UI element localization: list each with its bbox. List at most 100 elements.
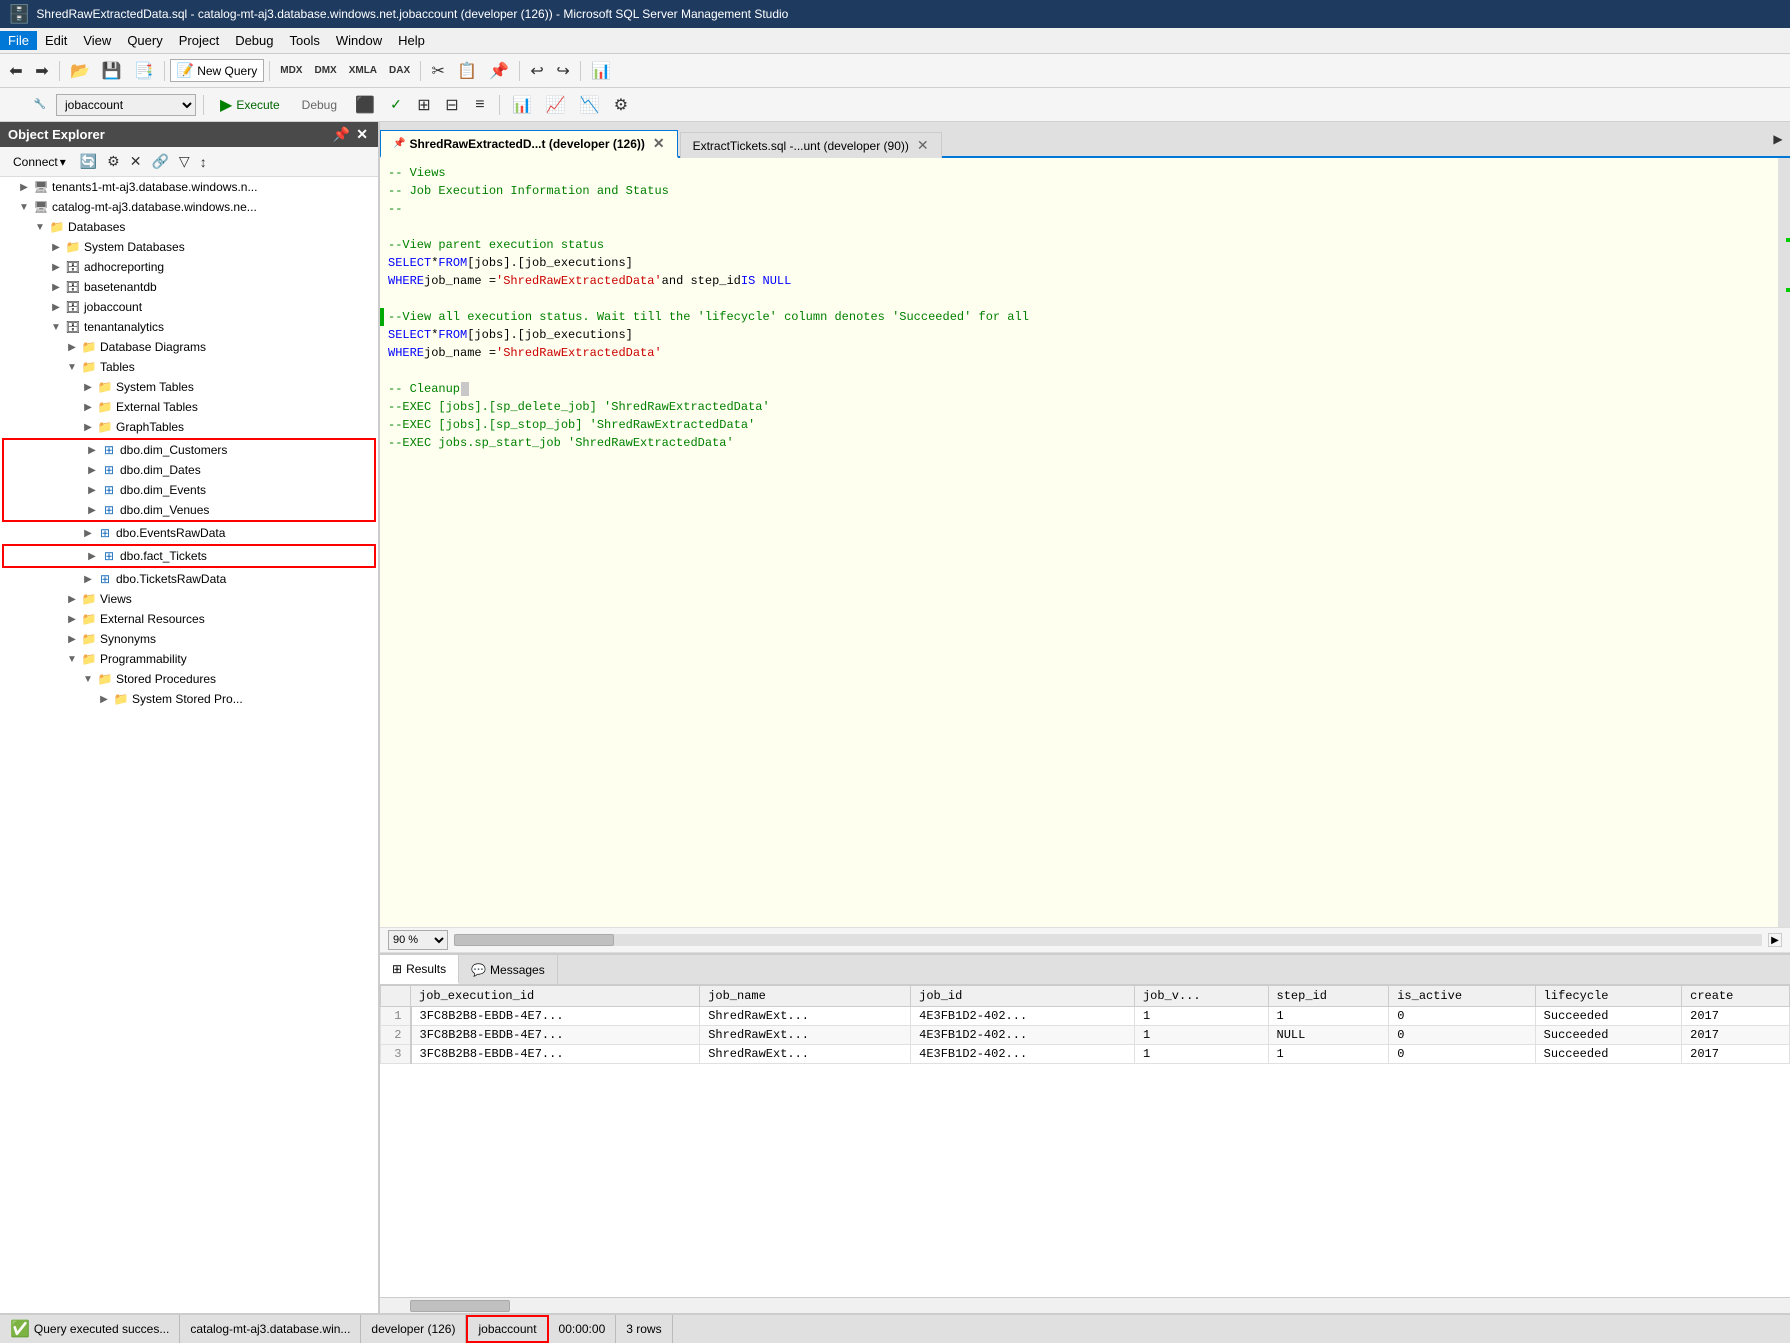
menu-query[interactable]: Query [119,31,170,50]
col-create[interactable]: create [1682,986,1790,1007]
tree-sysstoredprocs[interactable]: ▶ 📁 System Stored Pro... [0,689,378,709]
tree-extresources[interactable]: ▶ 📁 External Resources [0,609,378,629]
col-job-execution-id[interactable]: job_execution_id [411,986,700,1007]
results-text-btn[interactable]: ≡ [468,93,492,117]
results-h-scroll[interactable] [380,1297,1790,1313]
results-table-container[interactable]: job_execution_id job_name job_id job_v..… [380,985,1790,1297]
undo-btn[interactable]: ↩ [525,59,549,83]
zoom-select[interactable]: 90 % [388,930,448,950]
menu-project[interactable]: Project [171,31,227,50]
code-editor[interactable]: -- Views -- Job Execution Information an… [380,158,1778,927]
dbdiagrams-label: Database Diagrams [100,340,206,354]
connect-button[interactable]: Connect ▾ [6,152,73,172]
new-query-label: New Query [197,64,257,78]
debug-button[interactable]: Debug [293,95,346,115]
results-tab-messages[interactable]: 💬 Messages [459,955,558,984]
menu-view[interactable]: View [75,31,119,50]
actual-plan-btn[interactable]: 📈 [541,93,571,117]
show-plan-btn[interactable]: 📊 [507,93,537,117]
back-btn[interactable]: ⬅ [4,59,28,83]
oe-refresh-btn[interactable]: 🔄 [77,150,100,173]
tree-views[interactable]: ▶ 📁 Views [0,589,378,609]
menu-tools[interactable]: Tools [282,31,328,50]
stop-btn[interactable]: ⬛ [350,93,380,117]
menu-help[interactable]: Help [390,31,433,50]
tree-databases[interactable]: ▼ 📁 Databases [0,217,378,237]
h-scroll-thumb[interactable] [454,934,614,946]
connect-dropdown-icon[interactable]: ▾ [60,155,66,169]
query-opts-btn[interactable]: ⚙ [609,93,633,117]
parse-btn[interactable]: ⊞ [412,93,436,117]
cell-exec-id-1[interactable]: 3FC8B2B8-EBDB-4E7... [411,1007,700,1026]
tree-baseten[interactable]: ▶ 🗄 basetenantdb [0,277,378,297]
menu-window[interactable]: Window [328,31,390,50]
menu-edit[interactable]: Edit [37,31,75,50]
tree-storedprocs[interactable]: ▼ 📁 Stored Procedures [0,669,378,689]
results-tab-results[interactable]: ⊞ Results [380,955,459,984]
execute-button[interactable]: ▶ Execute [211,92,289,118]
tree-tables[interactable]: ▼ 📁 Tables [0,357,378,377]
menu-file[interactable]: File [0,31,37,50]
tab2-close[interactable]: ✕ [917,137,929,154]
database-select[interactable]: jobaccount [56,94,196,116]
oe-filter-btn[interactable]: ⚙ [104,150,123,173]
tree-dbdiagrams[interactable]: ▶ 📁 Database Diagrams [0,337,378,357]
tree-tenantanalytics[interactable]: ▼ 🗄 tenantanalytics [0,317,378,337]
new-query-button[interactable]: 📝 New Query [170,59,264,82]
scroll-right-btn[interactable]: ▶ [1768,933,1782,947]
results-grid-btn[interactable]: ⊟ [440,93,464,117]
oe-disconnect-btn[interactable]: ✕ [127,150,145,173]
xmla-btn[interactable]: XMLA [344,59,382,83]
oe-close-btn[interactable]: ✕ [354,126,370,143]
results-scroll-thumb[interactable] [410,1300,510,1312]
toolbar2-btn1[interactable]: 🔧 [28,93,52,117]
oe-pin-btn[interactable]: 📌 [331,126,352,143]
mdx-btn[interactable]: MDX [275,59,307,83]
check-btn[interactable]: ✓ [384,93,408,117]
tree-ticketsraw[interactable]: ▶ ⊞ dbo.TicketsRawData [0,569,378,589]
tree-server2[interactable]: ▼ 🖥 catalog-mt-aj3.database.windows.ne..… [0,197,378,217]
oe-new-conn-btn[interactable]: 🔗 [148,150,171,173]
copy-btn[interactable]: 📋 [452,59,482,83]
tab1-close[interactable]: ✕ [653,135,665,152]
tree-systables[interactable]: ▶ 📁 System Tables [0,377,378,397]
tree-dimvenues[interactable]: ▶ ⊞ dbo.dim_Venues [4,500,374,520]
cut-btn[interactable]: ✂ [426,59,450,83]
redo-btn[interactable]: ↪ [551,59,575,83]
tree-dimevents[interactable]: ▶ ⊞ dbo.dim_Events [4,480,374,500]
oe-funnel-btn[interactable]: ▽ [176,150,193,173]
open-btn[interactable]: 📂 [65,59,95,83]
oe-sync-btn[interactable]: ↕ [197,151,210,173]
tree-jobaccount[interactable]: ▶ 🗄 jobaccount [0,297,378,317]
h-scrollbar[interactable] [454,934,1762,946]
dax-btn[interactable]: DAX [384,59,415,83]
tabs-scroll-right[interactable]: ▶ [1766,127,1790,151]
col-is-active[interactable]: is_active [1389,986,1535,1007]
tree-facttickets[interactable]: ▶ ⊞ dbo.fact_Tickets [4,546,374,566]
client-stats-btn[interactable]: 📉 [575,93,605,117]
tab-extracttickets[interactable]: ExtractTickets.sql -...unt (developer (9… [680,132,942,158]
col-job-id[interactable]: job_id [911,986,1135,1007]
save-btn[interactable]: 💾 [97,59,127,83]
tab-shredraw[interactable]: 📌 ShredRawExtractedD...t (developer (126… [380,130,678,158]
menu-debug[interactable]: Debug [227,31,281,50]
col-job-name[interactable]: job_name [700,986,911,1007]
activity-monitor-btn[interactable]: 📊 [586,59,616,83]
save-all-btn[interactable]: 📑 [129,59,159,83]
tree-server1[interactable]: ▶ 🖥 tenants1-mt-aj3.database.windows.n..… [0,177,378,197]
tree-dimcustomers[interactable]: ▶ ⊞ dbo.dim_Customers [4,440,374,460]
col-job-v[interactable]: job_v... [1134,986,1268,1007]
col-lifecycle[interactable]: lifecycle [1535,986,1681,1007]
tree-eventsraw[interactable]: ▶ ⊞ dbo.EventsRawData [0,523,378,543]
forward-btn[interactable]: ➡ [30,59,54,83]
tree-synonyms[interactable]: ▶ 📁 Synonyms [0,629,378,649]
tree-dimdates[interactable]: ▶ ⊞ dbo.dim_Dates [4,460,374,480]
tree-exttables[interactable]: ▶ 📁 External Tables [0,397,378,417]
tree-programmability[interactable]: ▼ 📁 Programmability [0,649,378,669]
col-step-id[interactable]: step_id [1268,986,1389,1007]
tree-graphtables[interactable]: ▶ 📁 GraphTables [0,417,378,437]
dmx-btn[interactable]: DMX [309,59,341,83]
tree-sysdbs[interactable]: ▶ 📁 System Databases [0,237,378,257]
tree-adhoc[interactable]: ▶ 🗄 adhocreporting [0,257,378,277]
paste-btn[interactable]: 📌 [484,59,514,83]
